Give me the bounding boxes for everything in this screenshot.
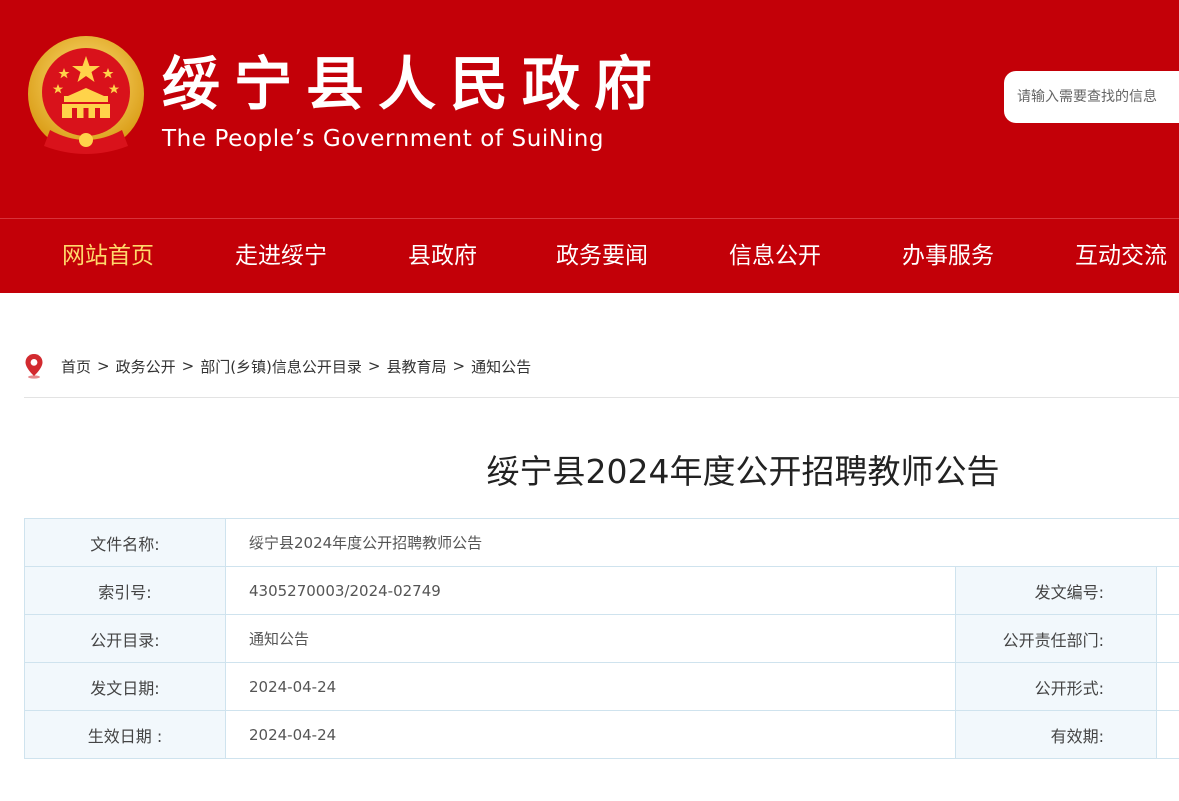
breadcrumb-separator: > bbox=[452, 357, 466, 375]
document-number-value bbox=[1155, 566, 1179, 615]
document-number-label: 发文编号: bbox=[955, 566, 1157, 615]
breadcrumb-department-catalog[interactable]: 部门(乡镇)信息公开目录 bbox=[200, 356, 362, 377]
table-row: 发文日期: 2024-04-24 公开形式: bbox=[24, 662, 1179, 711]
national-emblem-icon[interactable] bbox=[24, 34, 148, 158]
table-row: 生效日期 : 2024-04-24 有效期: bbox=[24, 710, 1179, 759]
file-name-label: 文件名称: bbox=[24, 518, 226, 567]
breadcrumb-separator: > bbox=[367, 357, 381, 375]
article-title: 绥宁县2024年度公开招聘教师公告 bbox=[486, 452, 1000, 491]
disclosure-form-label: 公开形式: bbox=[955, 662, 1157, 711]
table-row: 文件名称: 绥宁县2024年度公开招聘教师公告 bbox=[24, 518, 1179, 567]
location-pin-icon bbox=[25, 354, 43, 379]
nav-item-interaction[interactable]: 互动交流 bbox=[1075, 219, 1167, 293]
responsible-department-value bbox=[1155, 614, 1179, 663]
effective-date-value: 2024-04-24 bbox=[225, 710, 956, 759]
document-info-table: 文件名称: 绥宁县2024年度公开招聘教师公告 索引号: 4305270003/… bbox=[24, 518, 1179, 759]
effective-date-label: 生效日期 : bbox=[24, 710, 226, 759]
file-name-value: 绥宁县2024年度公开招聘教师公告 bbox=[224, 518, 1179, 567]
index-number-value: 4305270003/2024-02749 bbox=[225, 566, 956, 615]
table-row: 索引号: 4305270003/2024-02749 发文编号: bbox=[24, 566, 1179, 615]
disclosure-form-value bbox=[1155, 662, 1179, 711]
table-row: 公开目录: 通知公告 公开责任部门: bbox=[24, 614, 1179, 663]
breadcrumb-education-bureau[interactable]: 县教育局 bbox=[386, 356, 446, 377]
breadcrumb-separator: > bbox=[181, 357, 195, 375]
breadcrumb-notices[interactable]: 通知公告 bbox=[471, 356, 531, 377]
breadcrumb-home[interactable]: 首页 bbox=[61, 356, 91, 377]
validity-period-value bbox=[1155, 710, 1179, 759]
breadcrumb-divider bbox=[24, 397, 1179, 398]
site-title: 绥宁县人民政府 bbox=[162, 50, 667, 118]
issue-date-label: 发文日期: bbox=[24, 662, 226, 711]
nav-item-information-disclosure[interactable]: 信息公开 bbox=[729, 219, 821, 293]
nav-item-services[interactable]: 办事服务 bbox=[902, 219, 994, 293]
index-number-label: 索引号: bbox=[24, 566, 226, 615]
site-subtitle: The People’s Government of SuiNing bbox=[162, 126, 605, 152]
nav-item-government-news[interactable]: 政务要闻 bbox=[556, 219, 648, 293]
site-header: 绥宁县人民政府 The People’s Government of SuiNi… bbox=[0, 0, 1179, 218]
nav-item-about-suining[interactable]: 走进绥宁 bbox=[235, 219, 327, 293]
validity-period-label: 有效期: bbox=[955, 710, 1157, 759]
disclosure-catalog-value: 通知公告 bbox=[225, 614, 956, 663]
disclosure-catalog-label: 公开目录: bbox=[24, 614, 226, 663]
nav-item-home[interactable]: 网站首页 bbox=[62, 219, 154, 293]
responsible-department-label: 公开责任部门: bbox=[955, 614, 1157, 663]
search-input[interactable] bbox=[1004, 71, 1179, 123]
nav-item-county-government[interactable]: 县政府 bbox=[408, 219, 477, 293]
breadcrumb-separator: > bbox=[97, 357, 110, 375]
breadcrumb-government-affairs[interactable]: 政务公开 bbox=[116, 356, 176, 377]
issue-date-value: 2024-04-24 bbox=[225, 662, 956, 711]
breadcrumb: 首页 > 政务公开 > 部门(乡镇)信息公开目录 > 县教育局 > 通知公告 bbox=[24, 350, 1179, 382]
main-nav: 网站首页 走进绥宁 县政府 政务要闻 信息公开 办事服务 互动交流 bbox=[0, 218, 1179, 293]
